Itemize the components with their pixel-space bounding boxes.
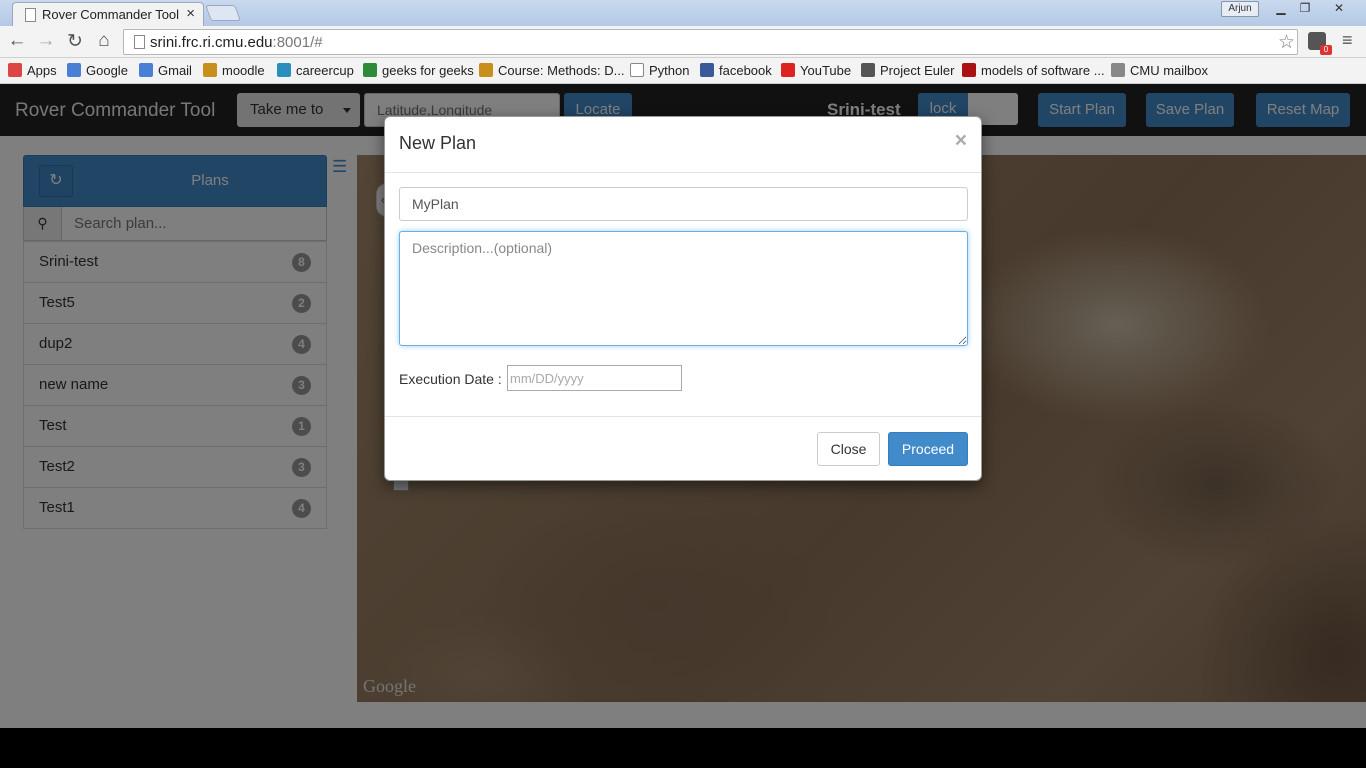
bookmark-icon (277, 63, 291, 77)
app-root: Rover Commander Tool Take me to Locate S… (0, 84, 1366, 728)
window-close-icon[interactable]: ✕ (1318, 1, 1360, 17)
bookmark-item[interactable]: Gmail (139, 63, 192, 78)
bookmark-item[interactable]: Google (67, 63, 128, 78)
bookmark-item[interactable]: facebook (700, 63, 772, 78)
bookmark-item[interactable]: models of software ... (962, 63, 1105, 78)
close-button[interactable]: Close (817, 432, 880, 466)
bookmark-item[interactable]: geeks for geeks (363, 63, 474, 78)
bookmark-icon (479, 63, 493, 77)
chrome-menu-icon[interactable]: ≡ (1342, 30, 1353, 51)
forward-arrow-icon[interactable]: → (35, 30, 57, 52)
star-icon[interactable]: ☆ (1278, 31, 1295, 54)
bookmark-icon (8, 63, 22, 77)
tab-close-icon[interactable]: × (186, 5, 195, 22)
minimize-icon[interactable]: ▁ (1270, 1, 1292, 17)
home-icon[interactable]: ⌂ (93, 30, 115, 52)
tab-title: Rover Commander Tool (42, 7, 180, 22)
new-plan-dialog: New Plan × Execution Date : Close Procee… (384, 116, 982, 481)
bookmark-label: facebook (719, 63, 772, 78)
bookmark-label: careercup (296, 63, 354, 78)
close-icon[interactable]: × (955, 129, 967, 153)
bookmark-label: models of software ... (981, 63, 1105, 78)
browser-toolbar: ← → ↻ ⌂ srini.frc.ri.cmu.edu:8001/# ☆ 0 … (0, 26, 1366, 58)
page-favicon-icon (25, 8, 36, 22)
bookmark-item[interactable]: Course: Methods: D... (479, 63, 624, 78)
bookmark-icon (962, 63, 976, 77)
bookmark-icon (1111, 63, 1125, 77)
bookmark-item[interactable]: Apps (8, 63, 57, 78)
dialog-footer: Close Proceed (385, 416, 981, 482)
os-taskbar (0, 728, 1366, 768)
bookmark-label: CMU mailbox (1130, 63, 1209, 78)
bookmark-icon (781, 63, 795, 77)
execution-date-input[interactable] (507, 365, 682, 391)
plan-name-input[interactable] (399, 187, 968, 221)
execution-date-label: Execution Date : (399, 371, 502, 387)
bookmarks-bar: Apps Google Gmail moodle careercup geeks for … (0, 58, 1366, 84)
extension-badge: 0 (1320, 45, 1332, 55)
dialog-header: New Plan × (385, 117, 981, 173)
reload-icon[interactable]: ↻ (64, 30, 86, 53)
maximize-icon[interactable]: ❐ (1294, 1, 1316, 17)
bookmark-icon (700, 63, 714, 77)
url-text: srini.frc.ri.cmu.edu:8001/# (150, 34, 323, 51)
profile-badge[interactable]: Arjun (1221, 1, 1259, 17)
bookmark-label: Google (86, 63, 128, 78)
bookmark-label: Python (649, 63, 690, 78)
bookmark-icon (363, 63, 377, 77)
bookmark-item[interactable]: YouTube (781, 63, 851, 78)
bookmark-icon (630, 63, 644, 77)
proceed-button[interactable]: Proceed (888, 432, 968, 466)
browser-titlebar: Rover Commander Tool × Arjun ▁ ❐ ✕ (0, 0, 1366, 26)
bookmark-label: Course: Methods: D... (498, 63, 625, 78)
bookmark-label: YouTube (800, 63, 852, 78)
new-tab-button[interactable] (205, 5, 241, 21)
bookmark-item[interactable]: careercup (277, 63, 354, 78)
address-bar[interactable]: srini.frc.ri.cmu.edu:8001/# ☆ (123, 29, 1298, 55)
bookmark-item[interactable]: Python (630, 63, 689, 78)
description-textarea[interactable] (399, 231, 968, 346)
page-icon (134, 35, 145, 49)
bookmark-label: moodle (222, 63, 265, 78)
bookmark-item[interactable]: CMU mailbox (1111, 63, 1208, 78)
bookmark-icon (139, 63, 153, 77)
bookmark-label: Project Euler (880, 63, 955, 78)
dialog-title: New Plan (399, 133, 477, 153)
bookmark-icon (203, 63, 217, 77)
bookmark-item[interactable]: moodle (203, 63, 265, 78)
bookmark-icon (67, 63, 81, 77)
bookmark-icon (861, 63, 875, 77)
bookmark-label: geeks for geeks (382, 63, 474, 78)
browser-tab[interactable]: Rover Commander Tool × (12, 2, 204, 26)
bookmark-label: Gmail (158, 63, 192, 78)
back-arrow-icon[interactable]: ← (6, 30, 28, 52)
bookmark-item[interactable]: Project Euler (861, 63, 954, 78)
bookmark-label: Apps (27, 63, 57, 78)
